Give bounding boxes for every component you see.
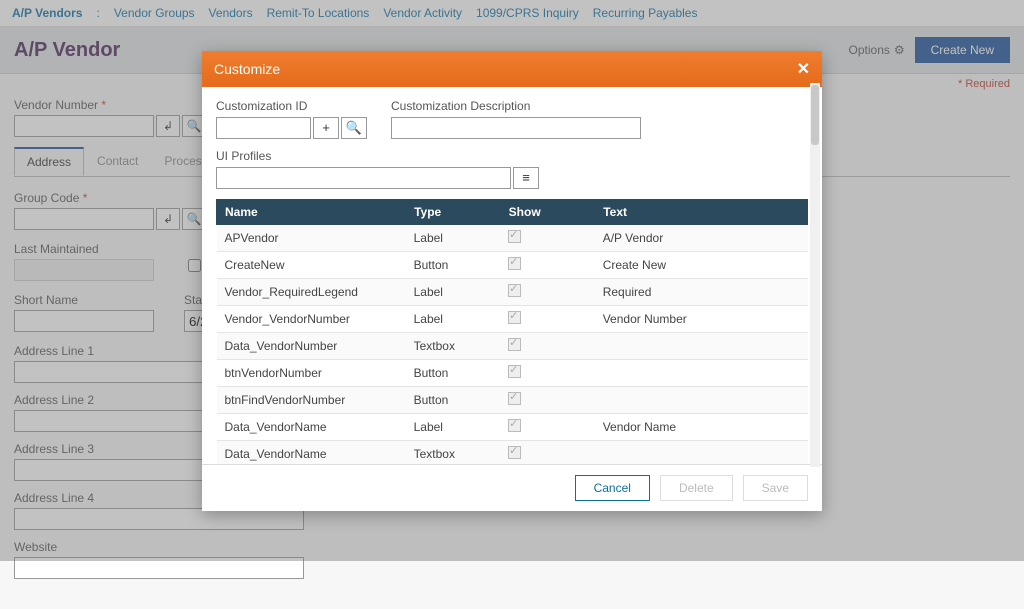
customization-id-label: Customization ID [216,99,367,113]
scrollbar-thumb[interactable] [811,85,819,145]
cell-name: btnVendorNumber [217,359,406,386]
cell-type: Label [406,278,501,305]
customization-desc-input[interactable] [391,117,641,139]
checkbox-icon [508,365,521,378]
cell-show [500,332,595,359]
cell-show [500,305,595,332]
cell-text: Create New [595,251,808,278]
checkbox-icon [508,338,521,351]
cell-text [595,332,808,359]
checkbox-icon [508,230,521,243]
ui-profiles-label: UI Profiles [216,149,539,163]
modal-footer: Cancel Delete Save [202,464,822,511]
cell-name: Vendor_VendorNumber [217,305,406,332]
table-row[interactable]: CreateNewButton Create New [217,251,808,278]
cell-type: Button [406,251,501,278]
customization-id-add-button[interactable]: + [313,117,339,139]
save-button[interactable]: Save [743,475,808,501]
cell-show [500,413,595,440]
checkbox-icon [508,446,521,459]
cell-name: Data_VendorName [217,440,406,464]
cell-show [500,359,595,386]
cell-name: CreateNew [217,251,406,278]
table-row[interactable]: Vendor_RequiredLegendLabel Required [217,278,808,305]
cell-text [595,440,808,464]
cell-text [595,386,808,413]
cell-show [500,251,595,278]
modal-body: Customization ID + 🔍 Customization Descr… [202,87,822,464]
cell-type: Button [406,359,501,386]
modal-scrollbar[interactable] [810,83,820,467]
cancel-button[interactable]: Cancel [575,475,650,501]
cell-type: Label [406,413,501,440]
cell-type: Textbox [406,332,501,359]
table-row[interactable]: Data_VendorNameTextbox [217,440,808,464]
table-row[interactable]: APVendorLabel A/P Vendor [217,224,808,251]
col-text[interactable]: Text [595,199,808,224]
cell-type: Textbox [406,440,501,464]
table-row[interactable]: Data_VendorNameLabel Vendor Name [217,413,808,440]
checkbox-icon [508,419,521,432]
cell-text [595,359,808,386]
delete-button[interactable]: Delete [660,475,733,501]
cell-text: Vendor Number [595,305,808,332]
col-name[interactable]: Name [217,199,406,224]
cell-type: Button [406,386,501,413]
cell-text: A/P Vendor [595,224,808,251]
customize-modal: Customize ✕ Customization ID + 🔍 Customi… [202,51,822,511]
menu-icon: ≡ [522,170,530,185]
modal-title: Customize [214,61,280,77]
cell-name: Data_VendorName [217,413,406,440]
customization-id-input[interactable] [216,117,311,139]
table-row[interactable]: Data_VendorNumberTextbox [217,332,808,359]
cell-text: Required [595,278,808,305]
checkbox-icon [508,257,521,270]
cell-type: Label [406,224,501,251]
cell-name: btnFindVendorNumber [217,386,406,413]
cell-name: APVendor [217,224,406,251]
cell-show [500,440,595,464]
customization-desc-label: Customization Description [391,99,641,113]
checkbox-icon [508,284,521,297]
checkbox-icon [508,311,521,324]
table-row[interactable]: btnFindVendorNumberButton [217,386,808,413]
ui-profiles-menu-button[interactable]: ≡ [513,167,539,189]
table-row[interactable]: btnVendorNumberButton [217,359,808,386]
cell-text: Vendor Name [595,413,808,440]
plus-icon: + [322,120,330,135]
modal-close-button[interactable]: ✕ [797,59,810,79]
col-show[interactable]: Show [500,199,595,224]
ui-profiles-input[interactable] [216,167,511,189]
modal-header: Customize ✕ [202,51,822,87]
cell-name: Data_VendorNumber [217,332,406,359]
customize-grid: Name Type Show Text APVendorLabelA/P Ven… [216,199,808,464]
cell-show [500,224,595,251]
col-type[interactable]: Type [406,199,501,224]
table-row[interactable]: Vendor_VendorNumberLabel Vendor Number [217,305,808,332]
search-icon: 🔍 [346,120,362,136]
cell-show [500,278,595,305]
customization-id-search-button[interactable]: 🔍 [341,117,367,139]
cell-show [500,386,595,413]
cell-type: Label [406,305,501,332]
checkbox-icon [508,392,521,405]
cell-name: Vendor_RequiredLegend [217,278,406,305]
